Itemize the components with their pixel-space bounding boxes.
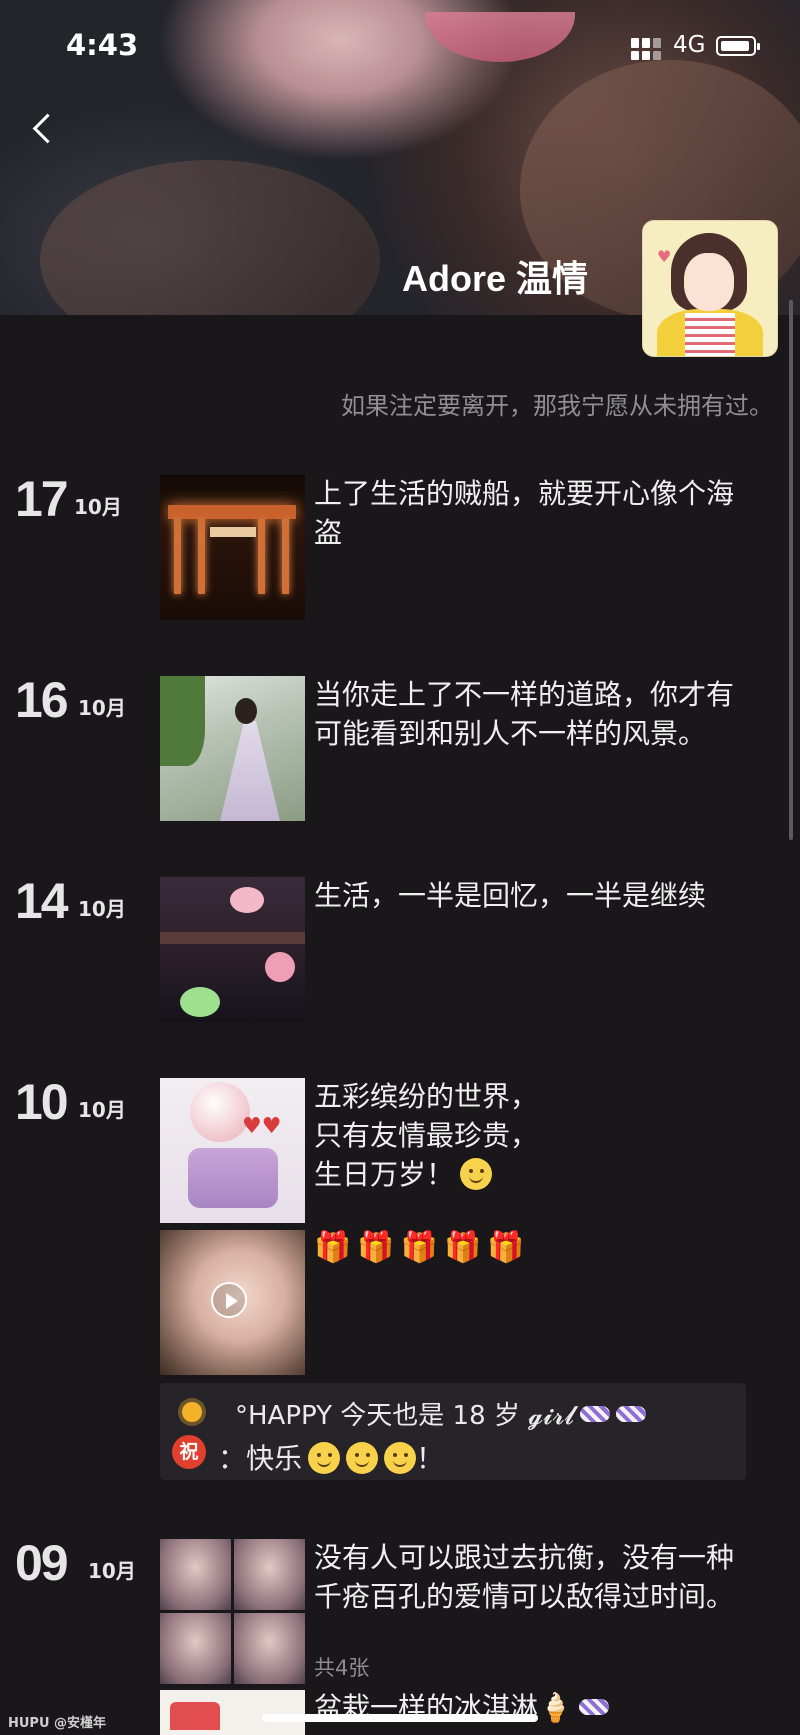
watermark: HUPU @安槿年 <box>8 1716 107 1731</box>
signal-icon <box>631 38 665 60</box>
status-time: 4:43 <box>66 28 139 62</box>
candy-icon <box>578 1699 609 1715</box>
post-image[interactable]: ♥♥ <box>160 1078 305 1223</box>
smile-emoji-icon <box>460 1158 493 1190</box>
battery-icon <box>716 36 760 56</box>
post-text: 上了生活的贼船，就要开心像个海盗 <box>314 477 735 549</box>
back-button[interactable] <box>25 105 65 155</box>
post-month: 10月 <box>88 1559 136 1583</box>
post-image[interactable] <box>160 1690 305 1735</box>
grid-image[interactable] <box>160 1613 231 1684</box>
post-month: 10月 <box>74 495 122 519</box>
card-title-text: °HAPPY 今天也是 18 岁 𝓰𝓲𝓻𝓵 <box>235 1401 575 1431</box>
grid-image[interactable] <box>160 1539 231 1610</box>
post-text-line-end: 生日万岁！ <box>314 1158 455 1191</box>
card-title: °HAPPY 今天也是 18 岁 𝓰𝓲𝓻𝓵 <box>235 1395 647 1432</box>
post-text-line: 五彩缤纷的世界， <box>314 1080 539 1113</box>
post-image[interactable] <box>160 676 305 821</box>
status-bar: 4:43 4G <box>0 0 800 95</box>
post-text-line: 生日万岁！ <box>314 1155 754 1194</box>
post-month: 10月 <box>78 696 126 720</box>
profile-signature: 如果注定要离开，那我宁愿从未拥有过。 <box>341 392 773 420</box>
post-image-grid[interactable] <box>160 1539 305 1684</box>
gift-emoji-row: 🎁🎁🎁🎁🎁 <box>314 1230 531 1265</box>
post-text: 生活，一半是回忆，一半是继续 <box>314 879 707 912</box>
post-day: 10 <box>15 1074 69 1130</box>
home-indicator[interactable] <box>262 1714 538 1722</box>
post-image[interactable] <box>160 475 305 620</box>
card-subtitle-end: ！ <box>416 1442 445 1475</box>
post-day: 17 <box>15 471 69 527</box>
post-video-thumbnail[interactable] <box>160 1230 305 1375</box>
heart-icon: ♥ <box>657 247 672 266</box>
card-subtitle-text: ：快乐 <box>218 1442 303 1475</box>
sun-icon <box>175 1395 209 1429</box>
play-icon[interactable] <box>211 1282 247 1318</box>
card-subtitle: ：快乐 ！ <box>218 1437 444 1477</box>
heart-icon: ♥♥ <box>242 1114 282 1139</box>
shared-link-card[interactable]: °HAPPY 今天也是 18 岁 𝓰𝓲𝓻𝓵 祝 ：快乐 ！ <box>160 1383 746 1480</box>
network-label: 4G <box>673 32 706 58</box>
post-text-line: 只有友情最珍贵， <box>314 1119 539 1152</box>
post-day: 14 <box>15 873 69 929</box>
smile-emoji-icon <box>308 1442 341 1474</box>
post-text: 当你走上了不一样的道路，你才有可能看到和别人不一样的风景。 <box>314 678 735 750</box>
post-text: 五彩缤纷的世界， 只有友情最珍贵， 生日万岁！ <box>314 1077 754 1194</box>
candy-icon <box>616 1406 647 1422</box>
post-month: 10月 <box>78 1098 126 1122</box>
smile-emoji-icon <box>384 1442 417 1474</box>
grid-image[interactable] <box>234 1613 305 1684</box>
scrollbar[interactable] <box>789 300 793 840</box>
photo-count: 共4张 <box>314 1656 370 1680</box>
post-month: 10月 <box>78 897 126 921</box>
cover-shadow <box>40 160 380 315</box>
post-day: 16 <box>15 672 69 728</box>
post-day: 09 <box>15 1535 69 1591</box>
post-image[interactable] <box>160 877 305 1022</box>
avatar[interactable]: ♥ <box>642 220 778 357</box>
zhu-badge: 祝 <box>172 1435 206 1469</box>
candy-icon <box>580 1406 611 1422</box>
smile-emoji-icon <box>346 1442 379 1474</box>
grid-image[interactable] <box>234 1539 305 1610</box>
profile-name: Adore 温情 <box>402 258 589 299</box>
post-text: 没有人可以跟过去抗衡，没有一种千疮百孔的爱情可以敌得过时间。 <box>314 1541 735 1613</box>
